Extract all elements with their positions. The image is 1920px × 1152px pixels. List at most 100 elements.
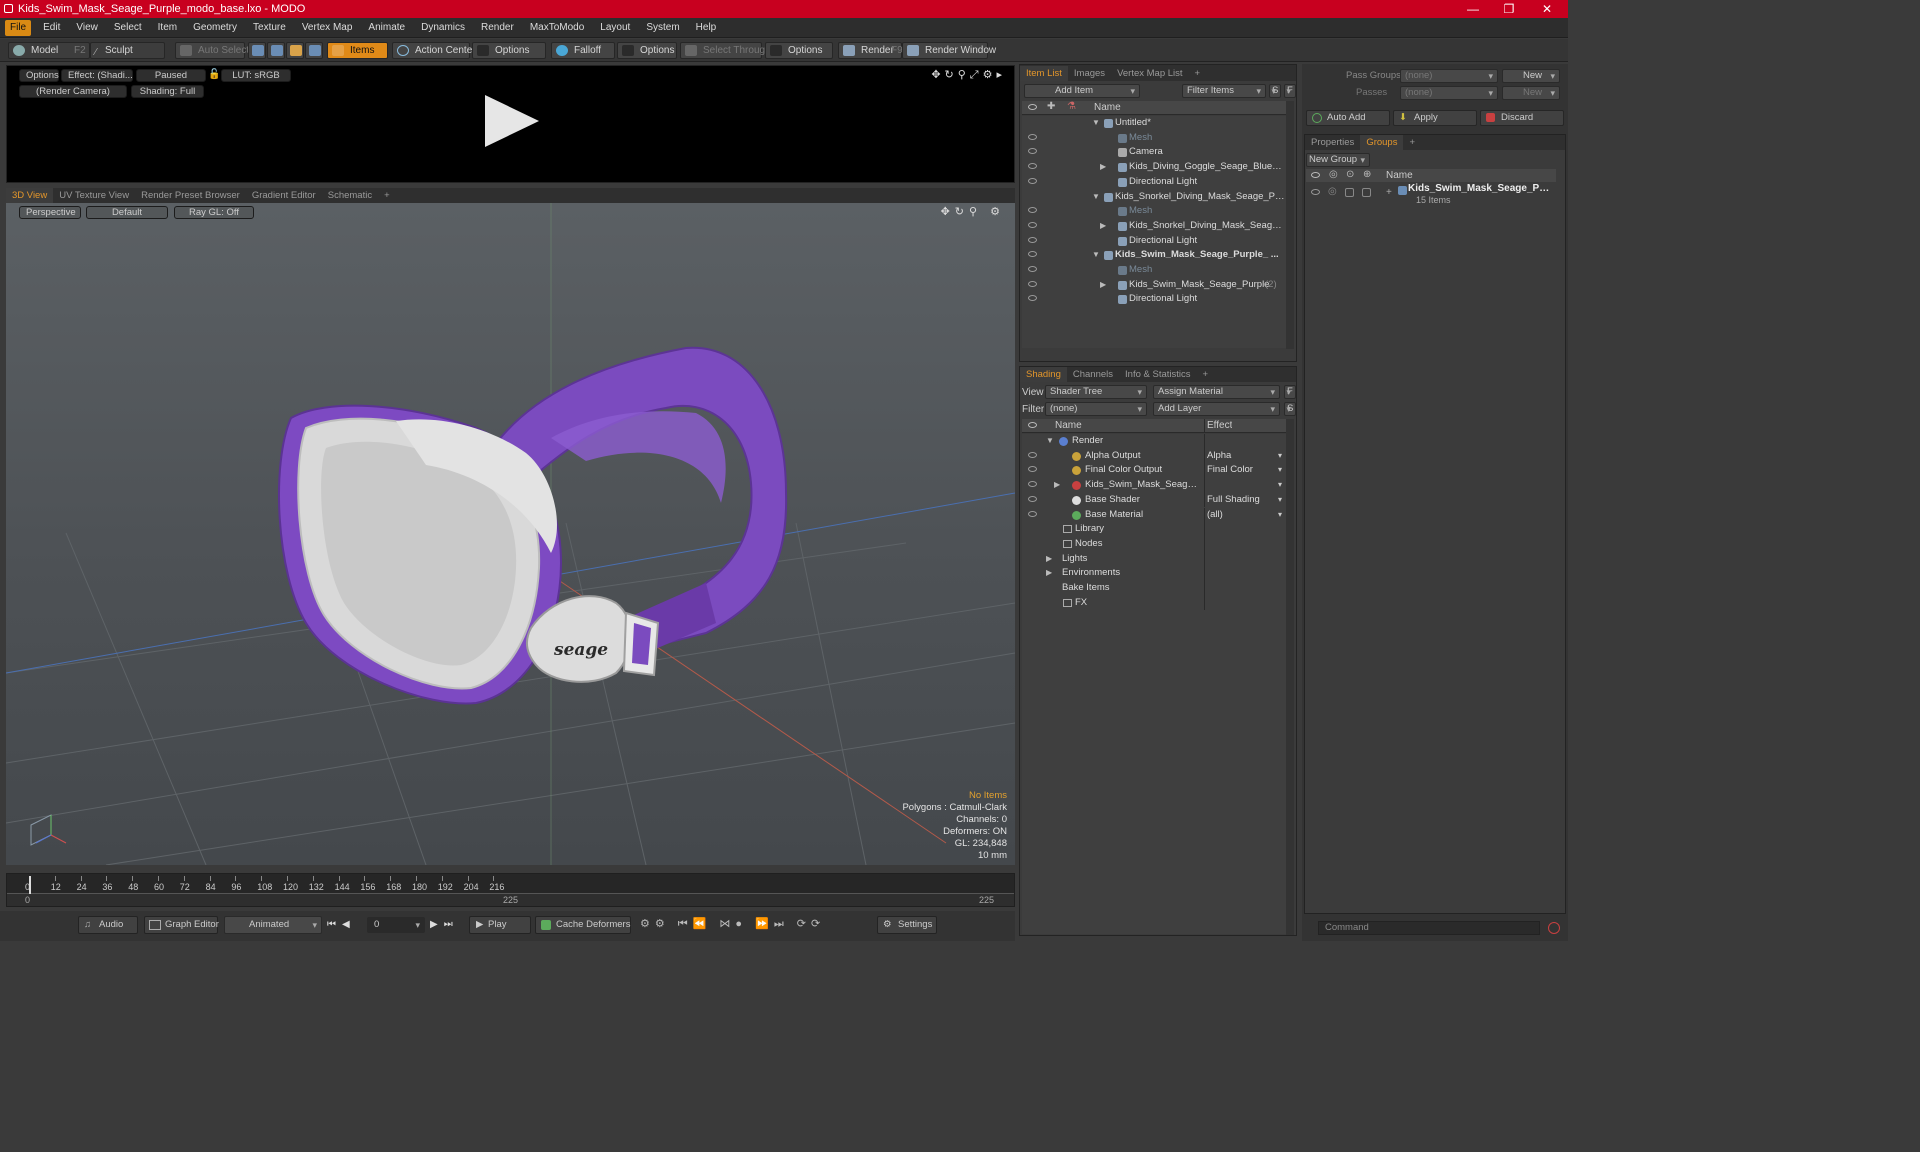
menu-vertex-map[interactable]: Vertex Map: [294, 18, 361, 38]
lock-icon[interactable]: 🔓: [208, 69, 220, 80]
new-pass-group-button[interactable]: New: [1502, 69, 1560, 83]
frame-field[interactable]: 0: [367, 917, 425, 933]
group-select-checkbox[interactable]: [1362, 188, 1371, 197]
polygons-mode-button[interactable]: [286, 42, 304, 59]
effect-value[interactable]: Alpha: [1207, 449, 1277, 464]
item-list-scrollbar[interactable]: [1286, 101, 1294, 349]
viewport-tab-schematic[interactable]: Schematic: [322, 188, 378, 203]
item-list-row[interactable]: ▼ Kids_Swim_Mask_Seage_Purple_ ...: [1022, 248, 1286, 263]
select-through-options-button[interactable]: Options: [765, 42, 833, 59]
item-list-row[interactable]: ▶ Kids_Snorkel_Diving_Mask_Seage_Pur...: [1022, 219, 1286, 234]
shader-tree-row[interactable]: Final Color Output Final Color ▾: [1022, 463, 1286, 479]
maximize-button[interactable]: ❐: [1491, 0, 1527, 18]
effect-value[interactable]: Full Shading: [1207, 493, 1277, 508]
shading-s-button[interactable]: S: [1284, 402, 1296, 416]
menu-texture[interactable]: Texture: [245, 18, 294, 38]
viewport-tab-add[interactable]: +: [378, 188, 396, 203]
shading-tab-channels[interactable]: Channels: [1067, 367, 1119, 382]
shader-tree-row[interactable]: ▶ Kids_Swim_Mask_Seage_P ... ▾: [1022, 478, 1286, 493]
prev-key-icons[interactable]: ⏮◀: [327, 919, 356, 930]
effect-value[interactable]: (all): [1207, 508, 1277, 523]
menu-item[interactable]: Item: [150, 18, 185, 38]
filter-items-field[interactable]: Filter Items: [1182, 84, 1266, 98]
visibility-eye-icon[interactable]: [1028, 510, 1037, 517]
graph-editor-button[interactable]: Graph Editor: [144, 916, 219, 934]
effect-dropdown-icon[interactable]: ▾: [1278, 449, 1282, 464]
preview-lut-dropdown[interactable]: LUT: sRGB: [221, 69, 291, 82]
item-list-row[interactable]: ▼ Untitled*: [1022, 116, 1286, 131]
render-button[interactable]: Render F9: [838, 42, 903, 59]
visibility-eye-icon[interactable]: [1028, 451, 1037, 458]
preview-paused-button[interactable]: Paused: [136, 69, 206, 82]
visibility-eye-icon[interactable]: [1028, 481, 1037, 488]
groups-tab-properties[interactable]: Properties: [1305, 135, 1360, 150]
add-item-dropdown[interactable]: Add Item: [1024, 84, 1140, 98]
passes-dropdown[interactable]: (none): [1400, 86, 1498, 100]
visibility-eye-icon[interactable]: [1028, 163, 1037, 170]
expand-arrow-icon[interactable]: ▶: [1100, 278, 1106, 293]
effect-dropdown-icon[interactable]: ▾: [1278, 463, 1282, 478]
shader-tree-row[interactable]: ▶ Environments: [1022, 566, 1286, 581]
assign-material-button[interactable]: Assign Material: [1153, 385, 1280, 399]
groups-tab-groups[interactable]: Groups: [1360, 135, 1404, 150]
action-center-button[interactable]: Action Center: [392, 42, 476, 59]
expand-arrow-icon[interactable]: ▶: [1054, 478, 1060, 493]
menu-select[interactable]: Select: [106, 18, 150, 38]
group-render-icon[interactable]: ◎: [1328, 186, 1337, 197]
close-button[interactable]: ✕: [1529, 0, 1565, 18]
menu-geometry[interactable]: Geometry: [185, 18, 245, 38]
expand-arrow-icon[interactable]: ▶: [1046, 552, 1052, 567]
shader-tree-row[interactable]: Alpha Output Alpha ▾: [1022, 448, 1286, 464]
timeline[interactable]: 0 12 24 36 48 60 72 84 96 108 120 132 144 156 168 180 19…: [6, 873, 1015, 907]
auto-select-button[interactable]: Auto Select: [175, 42, 249, 59]
shader-tree-row[interactable]: FX: [1022, 595, 1286, 611]
item-list-row[interactable]: Directional Light: [1022, 234, 1286, 249]
menu-help[interactable]: Help: [688, 18, 725, 38]
effect-value[interactable]: Final Color: [1207, 463, 1277, 478]
next-key-icons[interactable]: ▶⏭: [430, 919, 459, 930]
play-preview-icon[interactable]: [483, 93, 541, 149]
view-dropdown[interactable]: Shader Tree: [1045, 385, 1147, 399]
item-list-row[interactable]: ▼ Kids_Snorkel_Diving_Mask_Seage_Purpl ..…: [1022, 190, 1286, 205]
audio-button[interactable]: ♫ Audio: [78, 916, 138, 934]
model-mode-button[interactable]: Model F2: [8, 42, 90, 59]
expand-arrow-icon[interactable]: ▶: [1046, 566, 1052, 581]
item-list-row[interactable]: Directional Light: [1022, 292, 1286, 307]
falloff-button[interactable]: Falloff: [551, 42, 615, 59]
filter-f-button[interactable]: F: [1284, 84, 1296, 98]
shading-tab-info-statistics[interactable]: Info & Statistics: [1119, 367, 1196, 382]
visibility-eye-icon[interactable]: [1028, 466, 1037, 473]
item-list-row[interactable]: ▶ Kids_Swim_Mask_Seage_Purple (2): [1022, 278, 1286, 293]
collapse-arrow-icon[interactable]: ▼: [1092, 190, 1100, 205]
shader-tree-scrollbar[interactable]: [1286, 419, 1294, 935]
menu-view[interactable]: View: [68, 18, 106, 38]
cache-deformers-button[interactable]: Cache Deformers: [535, 916, 631, 934]
auto-add-button[interactable]: Auto Add: [1306, 110, 1390, 126]
apply-button[interactable]: ⬇ Apply: [1393, 110, 1477, 126]
item-list-row[interactable]: ▶ Kids_Diving_Goggle_Seage_Blue_on_...: [1022, 160, 1286, 175]
discard-button[interactable]: Discard: [1480, 110, 1564, 126]
command-record-icon[interactable]: [1548, 922, 1560, 934]
shading-tab-add[interactable]: +: [1197, 367, 1215, 382]
item-list-tab-vertex-map-list[interactable]: Vertex Map List: [1111, 66, 1188, 81]
edges-mode-button[interactable]: [267, 42, 285, 59]
new-group-button[interactable]: New Group: [1306, 153, 1370, 167]
expand-arrow-icon[interactable]: ▶: [1100, 160, 1106, 175]
item-list-row[interactable]: Directional Light: [1022, 175, 1286, 190]
pass-groups-dropdown[interactable]: (none): [1400, 69, 1498, 83]
new-pass-button[interactable]: New: [1502, 86, 1560, 100]
preview-effect-dropdown[interactable]: Effect: (Shadi...: [61, 69, 133, 82]
item-list-row[interactable]: Mesh: [1022, 131, 1286, 146]
item-list-tab-add[interactable]: +: [1189, 66, 1207, 81]
item-list-tab-item-list[interactable]: Item List: [1020, 65, 1068, 81]
preview-shading-dropdown[interactable]: Shading: Full: [131, 85, 204, 98]
visibility-eye-icon[interactable]: [1028, 148, 1037, 155]
key-tools-icons[interactable]: ⚙⚙ ⏮⏪ ⋈● ⏩⏭ ⟳⟳: [640, 917, 825, 931]
shading-tab-shading[interactable]: Shading: [1020, 367, 1067, 382]
menu-maxtomodo[interactable]: MaxToModo: [522, 18, 592, 38]
menu-system[interactable]: System: [638, 18, 687, 38]
item-list-tab-images[interactable]: Images: [1068, 66, 1111, 81]
groups-tab-add[interactable]: +: [1403, 135, 1421, 150]
add-layer-dropdown[interactable]: Add Layer: [1153, 402, 1280, 416]
settings-button[interactable]: ⚙ Settings: [877, 916, 937, 934]
